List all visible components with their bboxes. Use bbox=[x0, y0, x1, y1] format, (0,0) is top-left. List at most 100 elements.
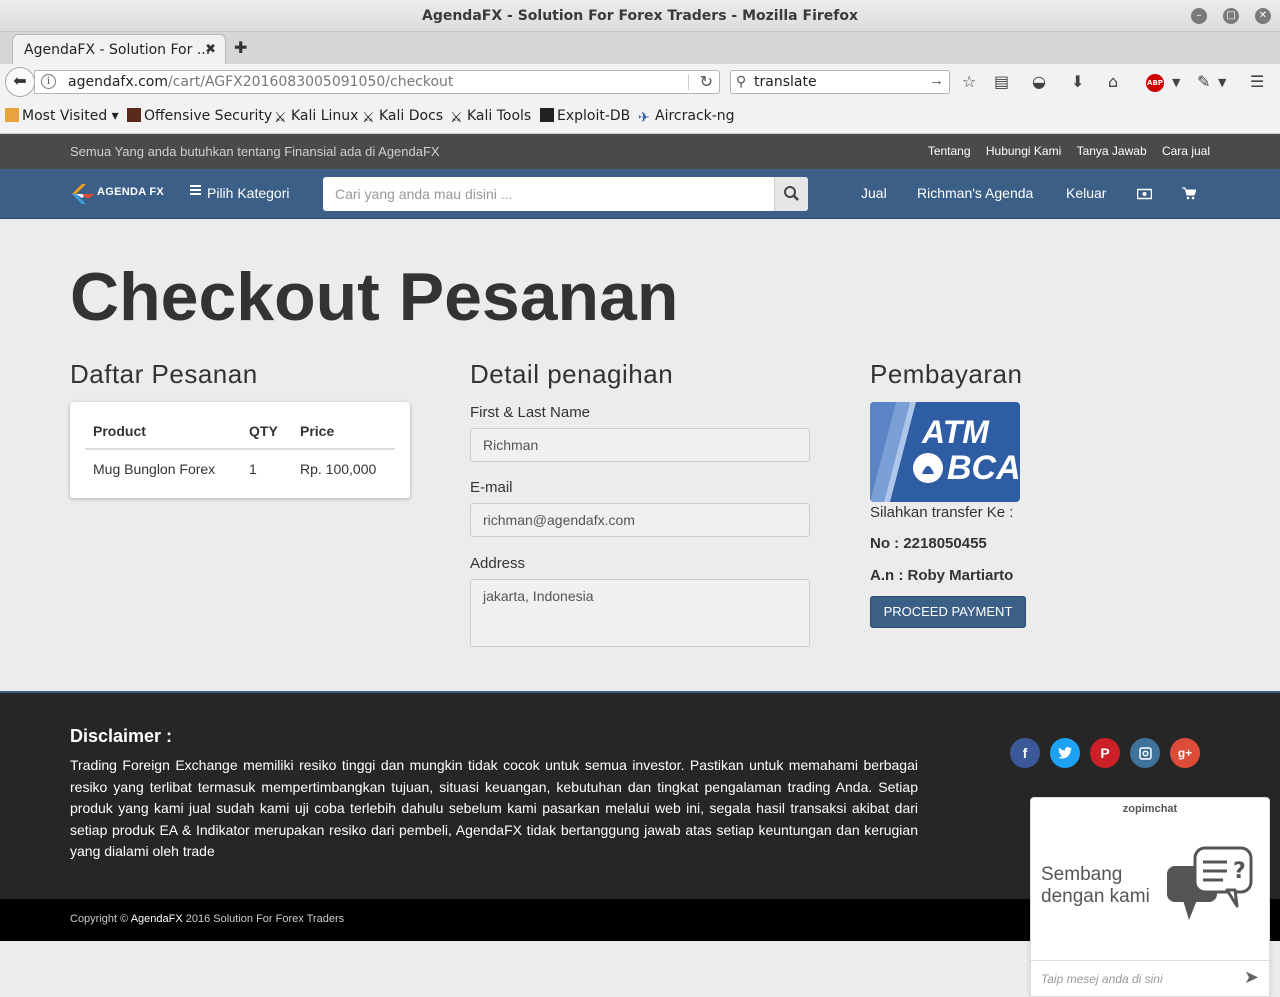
kali-dragon-icon: ⚔ bbox=[274, 110, 287, 126]
table-row: Mug Bunglon Forex 1 Rp. 100,000 bbox=[85, 449, 395, 488]
bookmark-offensive-security[interactable]: Offensive Security bbox=[127, 108, 272, 124]
column-price: Price bbox=[292, 414, 395, 450]
link-hubungi-kami[interactable]: Hubungi Kami bbox=[986, 144, 1061, 158]
minimize-icon[interactable]: – bbox=[1191, 8, 1207, 24]
folder-icon bbox=[5, 108, 19, 122]
order-table: Product QTY Price Mug Bunglon Forex 1 Rp… bbox=[85, 414, 395, 488]
bookmarks-toolbar: Most Visited ▾ Offensive Security ⚔ Kali … bbox=[0, 100, 1280, 134]
category-label: Pilih Kategori bbox=[207, 185, 290, 201]
instagram-icon[interactable] bbox=[1130, 738, 1160, 768]
extension-icon[interactable]: ✎ bbox=[1197, 72, 1210, 91]
money-icon[interactable] bbox=[1136, 187, 1153, 203]
google-plus-icon[interactable]: g+ bbox=[1170, 738, 1200, 768]
copyright-text: Copyright © AgendaFX 2016 Solution For F… bbox=[70, 913, 345, 925]
bca-text: BCA bbox=[947, 449, 1020, 487]
bookmark-star-icon[interactable]: ☆ bbox=[962, 72, 976, 91]
pinterest-icon[interactable]: P bbox=[1090, 738, 1120, 768]
svg-text:?: ? bbox=[1233, 859, 1246, 884]
send-icon[interactable]: ➤ bbox=[1244, 967, 1259, 988]
atm-text: ATM bbox=[922, 414, 989, 450]
bookmark-kali-linux[interactable]: ⚔ Kali Linux bbox=[274, 108, 358, 126]
kali-dragon-icon: ⚔ bbox=[362, 110, 375, 126]
search-icon: ⚲ bbox=[736, 73, 747, 89]
chat-input-placeholder: Taip mesej anda di sini bbox=[1041, 972, 1163, 986]
url-divider bbox=[688, 74, 689, 90]
link-tanya-jawab[interactable]: Tanya Jawab bbox=[1077, 144, 1147, 158]
site-search[interactable]: Cari yang anda mau disini ... bbox=[323, 177, 808, 211]
chat-widget[interactable]: zopimchat Sembang dengan kami ? Taip mese… bbox=[1030, 797, 1270, 997]
browser-search-value: translate bbox=[754, 74, 817, 90]
nav-account[interactable]: Richman's Agenda bbox=[917, 185, 1033, 201]
top-strip: Semua Yang anda butuhkan tentang Finansi… bbox=[0, 134, 1280, 169]
name-field[interactable]: Richman bbox=[470, 428, 810, 462]
back-arrow-icon[interactable]: ⬅ bbox=[5, 67, 35, 97]
chat-input[interactable]: Taip mesej anda di sini ➤ bbox=[1031, 960, 1269, 996]
tab-agendafx[interactable]: AgendaFX - Solution For ... ✖ bbox=[12, 34, 226, 64]
exploit-db-icon bbox=[540, 108, 554, 122]
site-search-input[interactable]: Cari yang anda mau disini ... bbox=[335, 186, 512, 202]
billing-heading: Detail penagihan bbox=[470, 359, 674, 389]
disclaimer-title: Disclaimer : bbox=[70, 726, 173, 746]
download-icon[interactable]: ⬇ bbox=[1071, 72, 1084, 91]
home-icon[interactable]: ⌂ bbox=[1108, 72, 1118, 91]
hamburger-icon bbox=[190, 185, 201, 197]
tab-close-icon[interactable]: ✖ bbox=[205, 42, 216, 57]
nav-logout[interactable]: Keluar bbox=[1066, 185, 1106, 201]
email-field[interactable]: richman@agendafx.com bbox=[470, 503, 810, 537]
reload-icon[interactable]: ↻ bbox=[700, 72, 713, 92]
link-cara-jual[interactable]: Cara jual bbox=[1162, 144, 1210, 158]
name-label: First & Last Name bbox=[470, 404, 591, 421]
extension-menu-icon[interactable]: ▼ bbox=[1218, 76, 1226, 89]
bookmark-most-visited[interactable]: Most Visited ▾ bbox=[5, 108, 119, 124]
browser-search-box[interactable]: ⚲ translate → bbox=[730, 70, 950, 94]
adblock-menu-icon[interactable]: ▼ bbox=[1172, 76, 1180, 89]
url-bar[interactable]: i agendafx.com/cart/AGFX2016083005091050… bbox=[34, 70, 720, 94]
tab-bar: AgendaFX - Solution For ... ✖ bbox=[0, 32, 1280, 64]
kali-dragon-icon: ⚔ bbox=[450, 110, 463, 126]
address-field[interactable]: jakarta, Indonesia bbox=[470, 579, 810, 647]
account-number: No : 2218050455 bbox=[870, 535, 987, 552]
bookmark-aircrack-ng[interactable]: ✈ Aircrack-ng bbox=[638, 108, 735, 126]
disclaimer-text: Trading Foreign Exchange memiliki resiko… bbox=[70, 757, 918, 859]
email-label: E-mail bbox=[470, 479, 513, 496]
transfer-label: Silahkan transfer Ke : bbox=[870, 504, 1014, 521]
cell-product: Mug Bunglon Forex bbox=[93, 461, 216, 477]
new-tab-icon[interactable]: ✚ bbox=[234, 38, 247, 57]
site-search-button[interactable] bbox=[774, 177, 808, 211]
cell-price: Rp. 100,000 bbox=[300, 461, 377, 477]
cell-qty: 1 bbox=[249, 461, 257, 477]
pocket-icon[interactable]: ◒ bbox=[1032, 72, 1046, 91]
aircrack-icon: ✈ bbox=[638, 110, 650, 126]
account-name: A.n : Roby Martiarto bbox=[870, 567, 1014, 584]
url-path: /cart/AGFX2016083005091050/checkout bbox=[167, 74, 454, 90]
cart-icon[interactable] bbox=[1182, 186, 1197, 203]
copyright-brand-link[interactable]: AgendaFX bbox=[131, 913, 183, 925]
logo-mark-icon bbox=[72, 184, 94, 204]
atm-bca-logo: ATM BCA bbox=[870, 402, 1020, 502]
page-title: Checkout Pesanan bbox=[70, 259, 679, 335]
main-navbar: AGENDA FX Pilih Kategori Cari yang anda … bbox=[0, 169, 1280, 219]
bookmark-kali-docs[interactable]: ⚔ Kali Docs bbox=[362, 108, 443, 126]
site-tagline: Semua Yang anda butuhkan tentang Finansi… bbox=[70, 144, 440, 159]
bookmark-exploit-db[interactable]: Exploit-DB bbox=[540, 108, 630, 124]
bookmark-kali-tools[interactable]: ⚔ Kali Tools bbox=[450, 108, 531, 126]
search-go-icon[interactable]: → bbox=[929, 72, 944, 89]
nav-jual[interactable]: Jual bbox=[861, 185, 887, 201]
category-menu[interactable]: Pilih Kategori bbox=[190, 185, 290, 201]
link-tentang[interactable]: Tentang bbox=[928, 144, 971, 158]
close-icon[interactable]: ✕ bbox=[1255, 8, 1271, 24]
url-domain: agendafx.com bbox=[68, 74, 168, 90]
order-card: Product QTY Price Mug Bunglon Forex 1 Rp… bbox=[70, 402, 410, 498]
maximize-icon[interactable]: □ bbox=[1223, 8, 1239, 24]
facebook-icon[interactable]: f bbox=[1010, 738, 1040, 768]
proceed-payment-button[interactable]: PROCEED PAYMENT bbox=[870, 596, 1026, 628]
chat-bubble-icon: ? bbox=[1167, 846, 1253, 920]
column-product: Product bbox=[85, 414, 241, 450]
adblock-icon[interactable]: ABP bbox=[1146, 74, 1164, 92]
twitter-icon[interactable] bbox=[1050, 738, 1080, 768]
order-heading: Daftar Pesanan bbox=[70, 359, 258, 389]
reading-list-icon[interactable]: ▤ bbox=[994, 72, 1009, 91]
search-icon bbox=[784, 186, 799, 201]
menu-icon[interactable]: ☰ bbox=[1250, 72, 1264, 91]
info-icon[interactable]: i bbox=[41, 74, 56, 89]
